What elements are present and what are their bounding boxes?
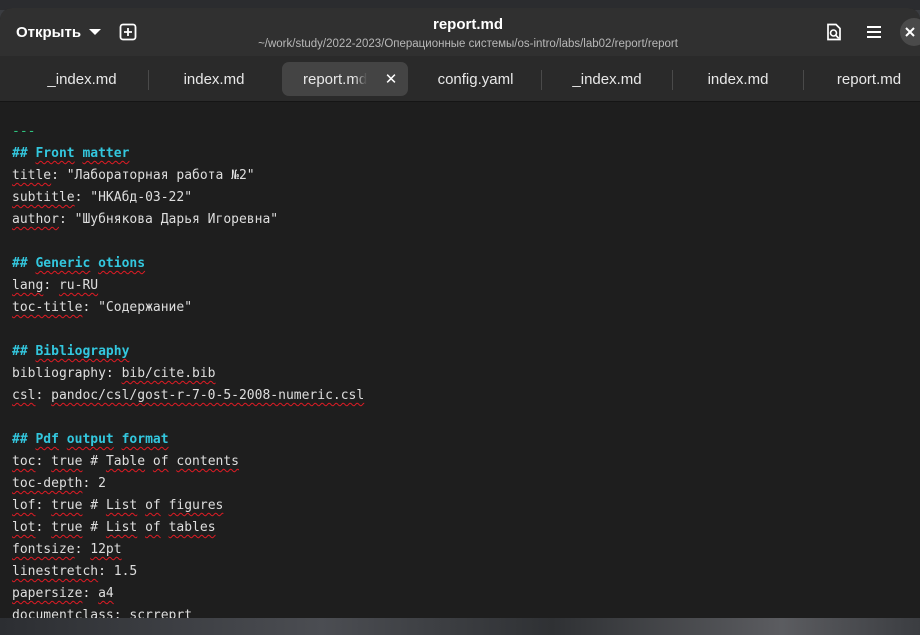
code-line: subtitle: "НКАбд-03-22" <box>12 190 193 205</box>
tab-index-1[interactable]: _index.md <box>16 62 148 96</box>
tab-label: _index.md <box>572 70 642 88</box>
open-button-label: Открыть <box>16 23 82 41</box>
tab-label: config.yaml <box>437 70 514 88</box>
text-view[interactable]: --- ## Front matter title: "Лабораторная… <box>0 102 920 618</box>
window-title: report.md <box>432 16 503 33</box>
desktop-background-bottom <box>0 618 920 635</box>
search-document-button[interactable] <box>819 17 849 47</box>
code-line: linestretch: 1.5 <box>12 564 138 579</box>
tab-label: index.md <box>707 70 769 88</box>
tab-report-active[interactable]: report.md ✕ <box>282 62 408 96</box>
tab-label: index.md <box>183 70 245 88</box>
code-line: --- <box>12 124 36 139</box>
tab-index-4[interactable]: index.md <box>673 62 803 96</box>
menu-icon <box>867 26 881 38</box>
tab-bar: _index.md index.md report.md ✕ config.ya… <box>0 56 920 102</box>
code-line: csl: pandoc/csl/gost-r-7-0-5-2008-numeri… <box>12 388 365 403</box>
code-line: ## Front matter <box>12 146 130 161</box>
tab-label: report.md <box>303 70 367 88</box>
code-line: documentclass: scrreprt <box>12 608 193 618</box>
code-line: toc-depth: 2 <box>12 476 106 491</box>
close-tab-icon[interactable]: ✕ <box>382 70 400 88</box>
main-menu-button[interactable] <box>859 17 889 47</box>
search-document-icon <box>827 23 841 41</box>
new-tab-icon <box>119 23 137 41</box>
window-title-area: report.md ~/work/study/2022-2023/Операци… <box>200 16 736 52</box>
code-line: lang: ru-RU <box>12 278 99 293</box>
chevron-down-icon <box>89 29 102 35</box>
tab-label: _index.md <box>47 70 117 88</box>
tab-report-2[interactable]: report.md <box>804 62 920 96</box>
code-line: toc-title: "Содержание" <box>12 300 193 315</box>
tab-index-2[interactable]: index.md <box>149 62 279 96</box>
code-line: bibliography: bib/cite.bib <box>12 366 216 381</box>
header-bar: Открыть report.md ~/work/study/2022-2023… <box>0 8 920 56</box>
code-line: fontsize: 12pt <box>12 542 122 557</box>
tab-label: report.md <box>836 70 902 88</box>
close-window-button[interactable] <box>900 18 920 46</box>
code-line: ## Generic otions <box>12 256 146 271</box>
code-line: lof: true # List of figures <box>12 498 224 513</box>
code-line: ## Pdf output format <box>12 432 169 447</box>
tab-config[interactable]: config.yaml <box>410 62 541 96</box>
code-line: ## Bibliography <box>12 344 130 359</box>
close-icon <box>905 27 915 37</box>
window-subtitle-path: ~/work/study/2022-2023/Операционные сист… <box>258 38 678 50</box>
code-line: papersize: a4 <box>12 586 114 601</box>
text-editor-window: Открыть report.md ~/work/study/2022-2023… <box>0 8 920 618</box>
code-line: lot: true # List of tables <box>12 520 216 535</box>
code-line: title: "Лабораторная работа №2" <box>12 168 255 183</box>
new-tab-button[interactable] <box>113 17 143 47</box>
open-button[interactable]: Открыть <box>8 16 109 48</box>
code-line: author: "Шубнякова Дарья Игоревна" <box>12 212 279 227</box>
code-line: toc: true # Table of contents <box>12 454 240 469</box>
tab-index-3[interactable]: _index.md <box>542 62 672 96</box>
